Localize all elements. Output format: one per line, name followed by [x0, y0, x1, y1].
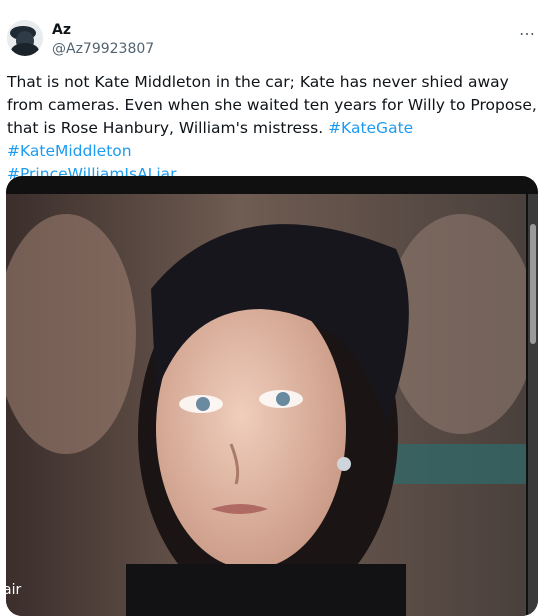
- avatar[interactable]: [7, 20, 43, 56]
- author-name[interactable]: Az: [52, 22, 71, 38]
- tweet-text: That is not Kate Middleton in the car; K…: [7, 71, 542, 186]
- scroll-thumb[interactable]: [530, 224, 536, 344]
- tweet-card: Az @Az79923807 … That is not Kate Middle…: [0, 0, 551, 616]
- photo: [6, 194, 526, 616]
- media-overlay-text: air: [3, 582, 22, 598]
- hashtag-katemiddleton[interactable]: #KateMiddleton: [7, 142, 132, 160]
- scrollbar[interactable]: [528, 194, 538, 616]
- tweet-body: That is not Kate Middleton in the car; K…: [7, 73, 537, 137]
- media-image[interactable]: [6, 176, 538, 616]
- more-icon[interactable]: …: [519, 20, 536, 39]
- author-handle[interactable]: @Az79923807: [52, 41, 154, 57]
- hashtag-kategate[interactable]: #KateGate: [328, 119, 413, 137]
